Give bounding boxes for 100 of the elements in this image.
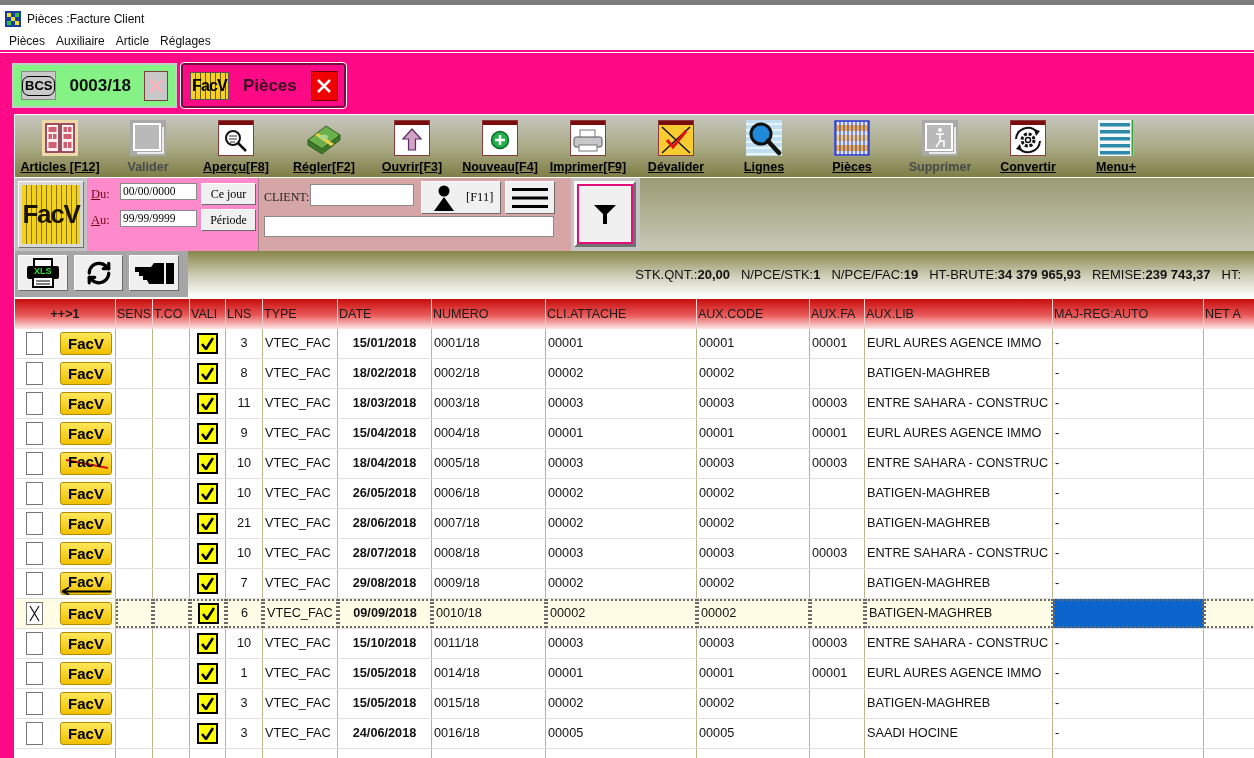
toolbar-button[interactable]: Lignes (720, 115, 808, 177)
row-checkbox[interactable] (26, 662, 43, 685)
menu-item[interactable]: Auxiliaire (56, 32, 105, 50)
table-row[interactable]: FacV 1 VTEC_FAC 15/05/2018 0014/18 00001 00001 00001 EURL AURES AGENCE IMMO - (15, 659, 1254, 689)
valid-checkbox[interactable] (197, 543, 218, 564)
table-row[interactable]: FacV 3 VTEC_FAC 15/01/2018 0001/18 00001 00001 00001 EURL AURES AGENCE IMMO - (15, 329, 1254, 359)
document-type-tag[interactable]: FacV (60, 602, 112, 625)
crossed-check-icon (658, 120, 694, 156)
table-row[interactable]: FacV 11 VTEC_FAC 18/03/2018 0003/18 00003 00003 00003 ENTRE SAHARA - CONSTRUC - (15, 389, 1254, 419)
toolbar-button[interactable]: Régler[F2] (280, 115, 368, 177)
number-cell: 0008/18 (432, 539, 546, 568)
document-type-tag[interactable]: FacV (60, 482, 112, 505)
check-icon (201, 457, 214, 470)
date-button[interactable]: Période (201, 209, 256, 231)
close-button[interactable] (310, 70, 338, 101)
number-cell: 0006/18 (432, 479, 546, 508)
summary-text: N/PCE/FAC:19 (831, 266, 919, 285)
table-row[interactable]: FacV 9 VTEC_FAC 15/04/2018 0004/18 00001 00001 00001 EURL AURES AGENCE IMMO - (15, 419, 1254, 449)
aux-name-cell: BATIGEN-MAGHREB (865, 689, 1053, 718)
table-row[interactable]: FacV 10 VTEC_FAC 26/05/2018 0006/18 00002 00002 BATIGEN-MAGHREB - (15, 479, 1254, 509)
focused-cell[interactable] (1053, 599, 1204, 628)
menu-item[interactable]: Article (115, 32, 150, 50)
valid-checkbox[interactable] (197, 423, 218, 444)
valid-checkbox[interactable] (197, 693, 218, 714)
valid-checkbox[interactable] (197, 483, 218, 504)
refresh-button[interactable] (74, 255, 123, 291)
valid-checkbox[interactable] (197, 453, 218, 474)
date-field[interactable]: 99/99/9999 (120, 210, 197, 227)
toolbar-button[interactable]: Ouvrir[F3] (368, 115, 456, 177)
client-code-cell: 00003 (546, 539, 697, 568)
document-type-tag[interactable]: FacV (60, 362, 112, 385)
row-checkbox[interactable] (26, 422, 43, 445)
row-checkbox[interactable] (26, 392, 43, 415)
document-type-tag[interactable]: FacV (60, 632, 112, 655)
valid-checkbox[interactable] (197, 393, 218, 414)
row-checkbox[interactable] (26, 632, 43, 655)
client-name-field[interactable] (264, 216, 554, 237)
toolbar-button[interactable]: Dévalider (632, 115, 720, 177)
table-row[interactable]: FacV 8 VTEC_FAC 18/02/2018 0002/18 00002 00002 BATIGEN-MAGHREB - (15, 359, 1254, 389)
menu-item[interactable]: Réglages (160, 32, 211, 50)
line-count-cell: 10 (226, 539, 263, 568)
document-type-tag[interactable]: FacV (60, 422, 112, 445)
magnifier-icon (218, 120, 254, 156)
document-tab[interactable]: BCS 0003/18 (12, 63, 177, 108)
row-checkbox[interactable] (26, 482, 43, 505)
type-cell: VTEC_FAC (263, 329, 338, 358)
row-checkbox[interactable] (26, 542, 43, 565)
valid-checkbox[interactable] (197, 333, 218, 354)
export-button[interactable]: XLS (18, 255, 68, 291)
table-row[interactable]: FacV 3 VTEC_FAC 24/06/2018 0016/18 00005 00005 SAADI HOCINE - (15, 719, 1254, 749)
list-button[interactable] (505, 181, 555, 214)
row-checkbox[interactable] (26, 722, 43, 745)
toolbar-button[interactable]: Imprimer[F9] (544, 115, 632, 177)
date-field[interactable]: 00/00/0000 (120, 183, 197, 200)
line-count-cell: 10 (226, 479, 263, 508)
valid-checkbox[interactable] (197, 363, 218, 384)
line-count-cell: 1 (226, 659, 263, 688)
table-row[interactable]: FacV 3 VTEC_FAC 15/05/2018 0015/18 00002 00002 BATIGEN-MAGHREB - (15, 689, 1254, 719)
table-row[interactable]: FacV 10 VTEC_FAC 28/07/2018 0008/18 00003 00003 00003 ENTRE SAHARA - CONSTRUC - (15, 539, 1254, 569)
row-checkbox[interactable] (26, 452, 43, 475)
table-row[interactable]: FacV 6 VTEC_FAC 09/09/2018 0010/18 00002 00002 BATIGEN-MAGHREB (15, 599, 1254, 629)
client-code-cell: 00003 (546, 449, 697, 478)
pointer-button[interactable] (129, 255, 179, 291)
valid-checkbox[interactable] (197, 723, 218, 744)
document-type-tag[interactable]: FacV (60, 332, 112, 355)
line-count-cell: 21 (226, 509, 263, 538)
document-type-tag[interactable]: FacV (60, 722, 112, 745)
close-icon (148, 78, 163, 93)
toolbar-button[interactable]: Pièces (808, 115, 896, 177)
menu-item[interactable]: Pièces (9, 32, 46, 50)
document-type-tag[interactable]: FacV (60, 512, 112, 535)
close-button[interactable] (143, 70, 168, 101)
client-lookup-button[interactable]: [F11] (421, 181, 501, 214)
valid-checkbox[interactable] (197, 663, 218, 684)
valid-checkbox[interactable] (197, 573, 218, 594)
row-checkbox[interactable] (26, 332, 43, 355)
row-checkbox[interactable] (26, 362, 43, 385)
toolbar-button[interactable]: Convertir (984, 115, 1072, 177)
document-type-tag[interactable]: FacV (60, 542, 112, 565)
valid-checkbox[interactable] (197, 603, 219, 624)
toolbar-button[interactable]: Articles [F12] (16, 115, 104, 177)
row-checkbox[interactable] (26, 692, 43, 715)
valid-checkbox[interactable] (197, 633, 218, 654)
toolbar-button[interactable]: Nouveau[F4] (456, 115, 544, 177)
date-button[interactable]: Ce jour (201, 183, 256, 205)
client-field[interactable] (310, 184, 414, 206)
document-type-tag[interactable]: FacV (60, 692, 112, 715)
aux-family-cell: 00003 (810, 389, 865, 418)
document-type-tag[interactable]: FacV (60, 392, 112, 415)
table-row[interactable]: FacV 7 VTEC_FAC 29/08/2018 0009/18 00002 00002 BATIGEN-MAGHREB - (15, 569, 1254, 599)
document-type-tag[interactable]: FacV (60, 662, 112, 685)
table-row[interactable]: FacV 10 VTEC_FAC 15/10/2018 0011/18 00003 00003 00003 ENTRE SAHARA - CONSTRUC - (15, 629, 1254, 659)
toolbar-button[interactable]: Aperçu[F8] (192, 115, 280, 177)
row-checkbox[interactable] (26, 602, 43, 625)
row-checkbox[interactable] (26, 512, 43, 535)
table-row[interactable]: FacV 21 VTEC_FAC 28/06/2018 0007/18 00002 00002 BATIGEN-MAGHREB - (15, 509, 1254, 539)
valid-checkbox[interactable] (197, 513, 218, 534)
toolbar-button[interactable]: Menu+ (1072, 115, 1160, 177)
document-type-tag[interactable]: FacV (60, 572, 112, 595)
row-checkbox[interactable] (26, 572, 43, 595)
